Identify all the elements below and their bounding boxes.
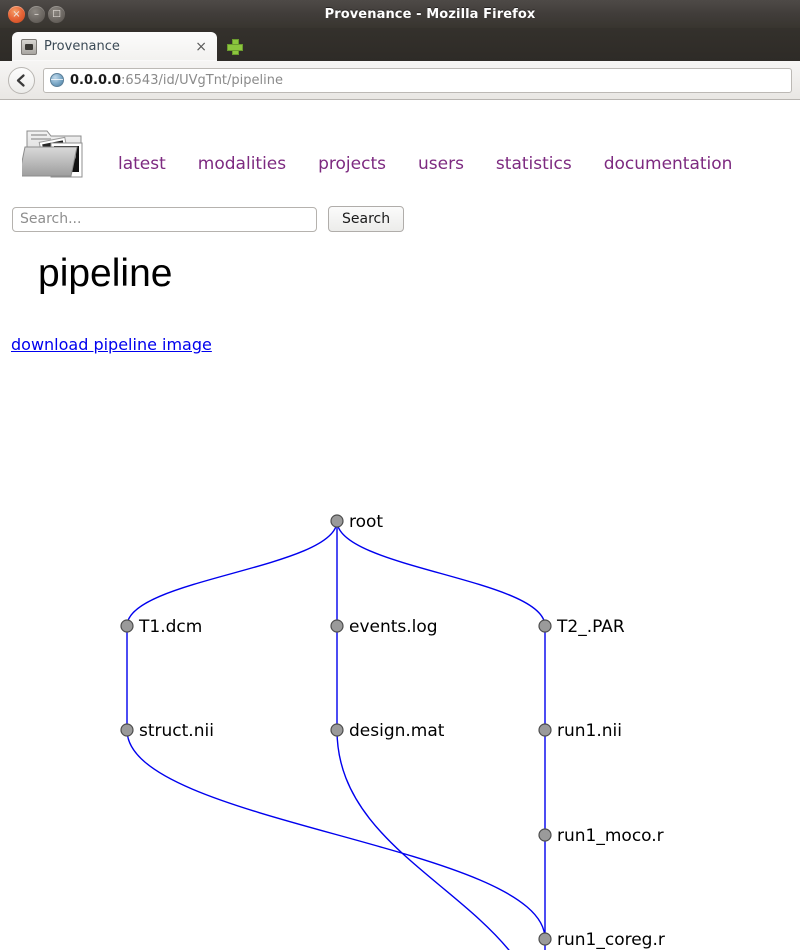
nav-item-projects[interactable]: projects [318,154,386,174]
graph-node[interactable]: T1.dcm [120,617,202,637]
back-button[interactable] [8,66,35,94]
nav-item-statistics[interactable]: statistics [496,154,572,174]
back-arrow-icon [16,73,25,87]
page-title: pipeline [38,252,173,295]
browser-window: × – □ Provenance - Mozilla Firefox Prove… [0,0,800,950]
url-text: 0.0.0.0:6543/id/UVgTnt/pipeline [70,73,283,88]
page-content: latest modalities projects users statist… [0,101,800,950]
browser-navbar: 0.0.0.0:6543/id/UVgTnt/pipeline [0,61,800,100]
graph-node-label: run1.nii [557,721,622,741]
graph-node[interactable]: run1.nii [538,721,622,741]
graph-node-circle[interactable] [330,514,344,528]
graph-node[interactable]: run1_coreg.r [538,930,665,950]
graph-node[interactable]: run1_moco.r [538,826,664,846]
pipeline-graph-svg: root T1.dcm events.log T2_.PAR struct.nii des… [120,512,665,950]
nav-item-modalities[interactable]: modalities [198,154,286,174]
graph-node-circle[interactable] [120,619,134,633]
graph-node-circle[interactable] [330,723,344,737]
site-header: latest modalities projects users statist… [0,101,800,181]
graph-node[interactable]: events.log [330,617,438,637]
graph-node-label: run1_coreg.r [557,930,665,950]
graph-node-label: run1_moco.r [557,826,664,846]
graph-node-circle[interactable] [538,932,552,946]
favicon-icon [21,38,37,55]
url-path: :6543/id/UVgTnt/pipeline [121,72,283,88]
url-host: 0.0.0.0 [70,72,121,88]
globe-icon [50,73,64,87]
window-titlebar: × – □ Provenance - Mozilla Firefox [0,0,800,28]
window-title: Provenance - Mozilla Firefox [324,6,536,22]
graph-node-label: T2_.PAR [556,617,625,637]
window-maximize-button[interactable]: □ [48,5,65,23]
plus-icon [226,38,244,56]
graph-node-circle[interactable] [120,723,134,737]
site-logo-icon[interactable] [22,121,90,185]
maximize-icon: □ [52,8,61,19]
download-pipeline-image-link[interactable]: download pipeline image [11,335,212,354]
minimize-icon: – [34,8,39,20]
graph-edge [126,520,338,627]
graph-node-circle[interactable] [538,619,552,633]
search-row: Search [12,206,405,232]
graph-node[interactable]: T2_.PAR [538,617,625,637]
nav-item-users[interactable]: users [418,154,464,174]
graph-node-circle[interactable] [538,723,552,737]
graph-node-label: events.log [349,617,438,637]
window-minimize-button[interactable]: – [28,5,45,23]
tab-provenance[interactable]: Provenance × [12,32,217,61]
graph-node-label: struct.nii [139,721,214,741]
graph-edge [336,729,510,950]
graph-edge [126,729,546,940]
search-button[interactable]: Search [328,206,405,232]
graph-node-layer: root T1.dcm events.log T2_.PAR struct.nii des… [120,512,665,950]
nav-item-latest[interactable]: latest [118,154,166,174]
graph-edge [336,520,546,627]
graph-node-circle[interactable] [330,619,344,633]
site-nav: latest modalities projects users statist… [118,154,732,174]
nav-item-documentation[interactable]: documentation [604,154,733,174]
new-tab-button[interactable] [221,32,249,61]
tab-strip: Provenance × [0,28,800,61]
close-icon: × [12,8,21,20]
graph-node-label: T1.dcm [138,617,202,637]
graph-node-circle[interactable] [538,828,552,842]
window-close-button[interactable]: × [8,5,25,23]
pipeline-graph: root T1.dcm events.log T2_.PAR struct.nii des… [0,386,800,950]
graph-node-label: root [349,512,383,532]
tab-close-icon[interactable]: × [192,40,210,54]
graph-node-label: design.mat [349,721,445,741]
url-bar[interactable]: 0.0.0.0:6543/id/UVgTnt/pipeline [43,67,792,93]
window-controls: × – □ [8,5,65,23]
search-input[interactable] [12,206,317,232]
graph-node[interactable]: design.mat [330,721,445,741]
graph-node[interactable]: struct.nii [120,721,214,741]
tab-label: Provenance [44,39,120,54]
